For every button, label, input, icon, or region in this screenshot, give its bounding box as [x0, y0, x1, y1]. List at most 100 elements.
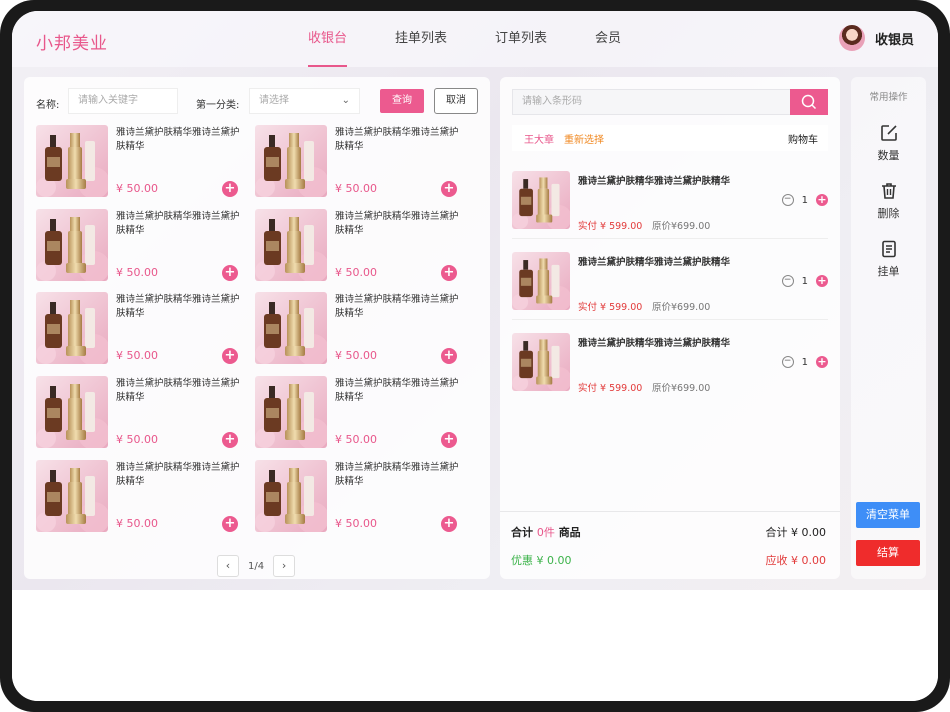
- add-to-cart-button[interactable]: +: [222, 181, 238, 197]
- product-title: 雅诗兰黛护肤精华雅诗兰黛护肤精华: [116, 462, 240, 487]
- decrease-button[interactable]: −: [781, 275, 794, 287]
- query-button[interactable]: 查询: [380, 89, 424, 113]
- decrease-button[interactable]: −: [781, 194, 794, 206]
- user-name: 收银员: [874, 32, 914, 48]
- barcode-search-button[interactable]: [790, 89, 828, 115]
- quantity-stepper: − 1 +: [781, 275, 828, 287]
- tablet-frame: 小邦美业 收银台 挂单列表 订单列表 会员 收银员 名称: 请输入关键字 第一分…: [0, 0, 950, 712]
- total-amount: 合计 ¥ 0.00: [765, 526, 826, 539]
- product-card[interactable]: 雅诗兰黛护肤精华雅诗兰黛护肤精华 ¥ 50.00 +: [36, 125, 246, 199]
- add-to-cart-button[interactable]: +: [222, 265, 238, 281]
- product-card[interactable]: 雅诗兰黛护肤精华雅诗兰黛护肤精华 ¥ 50.00 +: [36, 460, 246, 534]
- clear-menu-button[interactable]: 清空菜单: [856, 502, 920, 528]
- quantity-value: 1: [801, 194, 808, 206]
- product-image: [36, 376, 108, 448]
- product-card[interactable]: 雅诗兰黛护肤精华雅诗兰黛护肤精华 ¥ 50.00 +: [36, 292, 246, 366]
- cart-totals: 合计 0件 商品 合计 ¥ 0.00 优惠 ¥ 0.00 应收 ¥ 0.00: [500, 511, 840, 579]
- top-header: 小邦美业 收银台 挂单列表 订单列表 会员 收银员: [12, 11, 938, 67]
- add-to-cart-button[interactable]: +: [441, 432, 457, 448]
- prev-page-button[interactable]: ‹: [217, 555, 239, 577]
- product-card[interactable]: 雅诗兰黛护肤精华雅诗兰黛护肤精华 ¥ 50.00 +: [255, 209, 465, 283]
- product-title: 雅诗兰黛护肤精华雅诗兰黛护肤精华: [116, 127, 240, 152]
- quantity-stepper: − 1 +: [781, 356, 828, 368]
- product-image: [36, 292, 108, 364]
- cart-item: 雅诗兰黛护肤精华雅诗兰黛护肤精华 实付 ¥ 599.00 原价¥699.00 −…: [512, 325, 828, 401]
- search-icon: [801, 94, 817, 110]
- add-to-cart-button[interactable]: +: [222, 348, 238, 364]
- product-title: 雅诗兰黛护肤精华雅诗兰黛护肤精华: [116, 378, 240, 403]
- cart-panel: 请输入条形码 王大章 重新选择 购物车 雅诗兰黛护肤精华雅诗兰黛护肤精华 实付 …: [500, 77, 840, 579]
- member-name: 王大章: [524, 135, 554, 146]
- product-card[interactable]: 雅诗兰黛护肤精华雅诗兰黛护肤精华 ¥ 50.00 +: [255, 125, 465, 199]
- reselect-member-link[interactable]: 重新选择: [564, 131, 604, 146]
- tab-held-orders[interactable]: 挂单列表: [395, 11, 447, 67]
- tab-cashier[interactable]: 收银台: [308, 11, 348, 67]
- category-select[interactable]: 请选择 ⌄: [249, 88, 360, 114]
- product-image: [255, 209, 327, 281]
- add-to-cart-button[interactable]: +: [441, 348, 457, 364]
- product-image: [36, 460, 108, 532]
- quantity-value: 1: [801, 356, 808, 368]
- category-label: 第一分类:: [196, 100, 240, 111]
- product-price: ¥ 50.00: [116, 433, 158, 446]
- product-image: [36, 209, 108, 281]
- app: 小邦美业 收银台 挂单列表 订单列表 会员 收银员 名称: 请输入关键字 第一分…: [12, 11, 938, 590]
- product-image: [255, 376, 327, 448]
- cart-title: 购物车: [788, 135, 818, 146]
- page-indicator: 1/4: [248, 560, 265, 572]
- cart-item-title: 雅诗兰黛护肤精华雅诗兰黛护肤精华: [578, 176, 731, 187]
- product-image: [255, 125, 327, 197]
- add-to-cart-button[interactable]: +: [441, 181, 457, 197]
- product-title: 雅诗兰黛护肤精华雅诗兰黛护肤精华: [335, 462, 459, 487]
- edit-icon: [880, 125, 897, 141]
- empty-area: [12, 590, 938, 701]
- product-price: ¥ 50.00: [116, 517, 158, 530]
- product-card[interactable]: 雅诗兰黛护肤精华雅诗兰黛护肤精华 ¥ 50.00 +: [36, 209, 246, 283]
- tab-members[interactable]: 会员: [595, 11, 621, 67]
- add-to-cart-button[interactable]: +: [222, 432, 238, 448]
- increase-button[interactable]: +: [816, 356, 828, 368]
- category-select-value: 请选择: [259, 95, 289, 106]
- cart-item: 雅诗兰黛护肤精华雅诗兰黛护肤精华 实付 ¥ 599.00 原价¥699.00 −…: [512, 244, 828, 320]
- quantity-stepper: − 1 +: [781, 194, 828, 206]
- count-prefix: 合计: [511, 526, 533, 539]
- product-title: 雅诗兰黛护肤精华雅诗兰黛护肤精华: [335, 294, 459, 319]
- product-card[interactable]: 雅诗兰黛护肤精华雅诗兰黛护肤精华 ¥ 50.00 +: [36, 376, 246, 450]
- cart-item-original-price: 原价¥699.00: [652, 302, 711, 313]
- delete-button[interactable]: 删除: [851, 181, 926, 221]
- add-to-cart-button[interactable]: +: [441, 265, 457, 281]
- add-to-cart-button[interactable]: +: [441, 516, 457, 532]
- decrease-button[interactable]: −: [781, 356, 794, 368]
- cart-header: 王大章 重新选择 购物车: [512, 125, 828, 151]
- product-title: 雅诗兰黛护肤精华雅诗兰黛护肤精华: [116, 211, 240, 236]
- keyword-input[interactable]: 请输入关键字: [68, 88, 178, 114]
- barcode-input[interactable]: 请输入条形码: [512, 89, 828, 115]
- product-price: ¥ 50.00: [116, 266, 158, 279]
- delete-label: 删除: [877, 207, 900, 220]
- discount-amount: 优惠 ¥ 0.00: [511, 554, 572, 567]
- product-card[interactable]: 雅诗兰黛护肤精华雅诗兰黛护肤精华 ¥ 50.00 +: [255, 376, 465, 450]
- screen: 小邦美业 收银台 挂单列表 订单列表 会员 收银员 名称: 请输入关键字 第一分…: [12, 11, 938, 701]
- product-price: ¥ 50.00: [116, 349, 158, 362]
- count-suffix: 商品: [558, 526, 581, 539]
- increase-button[interactable]: +: [816, 275, 828, 287]
- product-card[interactable]: 雅诗兰黛护肤精华雅诗兰黛护肤精华 ¥ 50.00 +: [255, 292, 465, 366]
- product-price: ¥ 50.00: [335, 349, 377, 362]
- filter-bar: 名称: 请输入关键字 第一分类: 请选择 ⌄ 查询 取消: [24, 77, 490, 123]
- cart-item-paid: 实付 ¥ 599.00: [578, 383, 643, 394]
- tab-orders[interactable]: 订单列表: [495, 11, 547, 67]
- trash-icon: [881, 183, 896, 199]
- cart-item-original-price: 原价¥699.00: [652, 383, 711, 394]
- quantity-button[interactable]: 数量: [851, 123, 926, 163]
- chevron-down-icon: ⌄: [341, 95, 350, 106]
- product-card[interactable]: 雅诗兰黛护肤精华雅诗兰黛护肤精华 ¥ 50.00 +: [255, 460, 465, 534]
- add-to-cart-button[interactable]: +: [222, 516, 238, 532]
- cancel-button[interactable]: 取消: [434, 88, 478, 114]
- hold-order-button[interactable]: 挂单: [851, 239, 926, 279]
- checkout-button[interactable]: 结算: [856, 540, 920, 566]
- increase-button[interactable]: +: [816, 194, 828, 206]
- next-page-button[interactable]: ›: [273, 555, 296, 577]
- product-price: ¥ 50.00: [335, 517, 377, 530]
- cart-item-paid: 实付 ¥ 599.00: [578, 302, 643, 313]
- user-menu[interactable]: 收银员: [838, 25, 914, 51]
